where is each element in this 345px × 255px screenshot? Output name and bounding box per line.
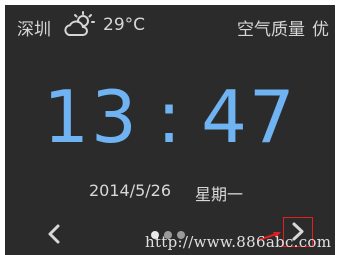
clock-display: 13:47 [5,77,335,157]
chevron-left-icon [48,224,60,244]
air-quality-label: 空气质量 [237,20,305,40]
temperature: 29°C [103,15,146,35]
air-quality-value: 优 [312,20,329,40]
device-screen: 深圳 29°C 空气质量 优 13:47 2014/5/26 星期一 http:… [5,5,335,255]
date-text: 2014/5/26 [89,181,172,200]
prev-page-button[interactable] [41,219,67,249]
clock-separator: : [156,75,184,159]
weekday-text: 星期一 [195,185,244,204]
clock-minutes: 47 [201,75,297,159]
partly-sunny-icon [64,11,95,36]
clock-hours: 13 [43,75,139,159]
watermark-text: http://www.886abc.com [145,233,332,251]
city-name: 深圳 [17,20,51,40]
